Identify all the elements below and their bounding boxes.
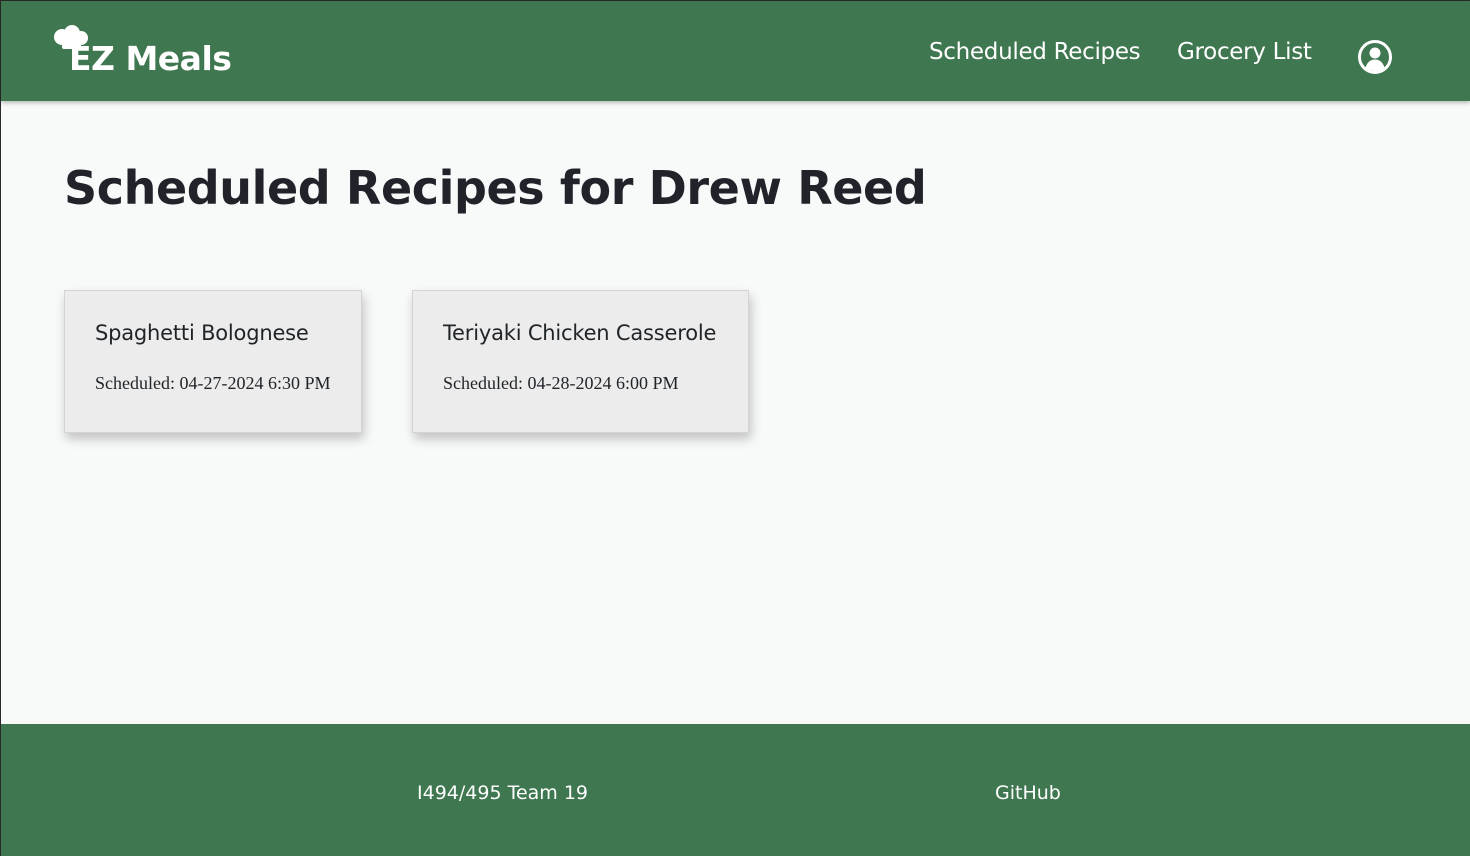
nav-grocery-list[interactable]: Grocery List	[1177, 39, 1312, 65]
recipe-schedule: Scheduled: 04-27-2024 6:30 PM	[95, 373, 331, 393]
page: EZ Meals Scheduled Recipes Grocery List …	[0, 0, 1470, 856]
footer: I494/495 Team 19 GitHub	[1, 724, 1470, 856]
footer-team-label: I494/495 Team 19	[417, 782, 589, 804]
nav-links: Scheduled Recipes Grocery List	[1, 1, 1470, 101]
github-link[interactable]: GitHub	[995, 782, 1061, 804]
recipe-card[interactable]: Spaghetti Bolognese Scheduled: 04-27-202…	[64, 290, 362, 433]
recipe-schedule: Scheduled: 04-28-2024 6:00 PM	[443, 373, 679, 393]
recipe-name: Teriyaki Chicken Casserole	[443, 321, 717, 345]
user-circle-icon[interactable]	[1357, 39, 1393, 75]
recipe-card[interactable]: Teriyaki Chicken Casserole Scheduled: 04…	[412, 290, 749, 433]
page-title: Scheduled Recipes for Drew Reed	[64, 161, 927, 215]
navbar: EZ Meals Scheduled Recipes Grocery List	[1, 1, 1470, 101]
nav-scheduled-recipes[interactable]: Scheduled Recipes	[929, 39, 1141, 65]
recipe-name: Spaghetti Bolognese	[95, 321, 309, 345]
